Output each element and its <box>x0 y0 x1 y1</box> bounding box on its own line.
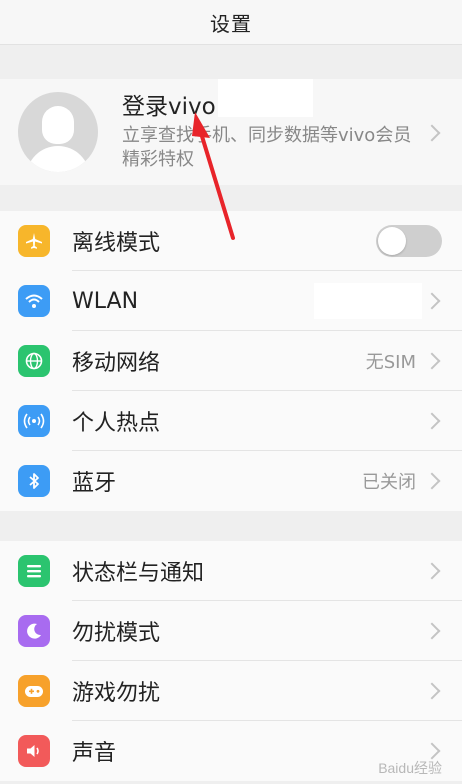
bluetooth-status: 已关闭 <box>362 472 416 493</box>
redaction <box>314 283 422 319</box>
page-title: 设置 <box>210 11 252 36</box>
bluetooth-icon <box>18 465 50 497</box>
header: 设置 <box>0 0 462 45</box>
spacer <box>0 511 462 541</box>
system-group: 状态栏与通知 勿扰模式 游戏勿扰 声音 <box>0 541 462 781</box>
watermark: Baidu经验 <box>378 760 442 776</box>
airplane-icon <box>18 225 50 257</box>
account-subtitle: 立享查找手机、同步数据等vivo会员精彩特权 <box>122 125 412 170</box>
connectivity-group: 离线模式 WLAN 移动网络 无SIM 个人热点 蓝牙 已关闭 <box>0 211 462 511</box>
settings-row-hotspot[interactable]: 个人热点 <box>0 391 462 451</box>
wifi-icon <box>18 285 50 317</box>
speaker-icon <box>18 735 50 767</box>
spacer <box>0 45 462 79</box>
row-label: 游戏勿扰 <box>72 681 161 706</box>
chevron-right-icon <box>423 292 441 310</box>
hotspot-icon <box>18 405 50 437</box>
row-label: 勿扰模式 <box>72 621 161 646</box>
chevron-right-icon <box>423 124 441 142</box>
list-icon <box>18 555 50 587</box>
row-label: 个人热点 <box>72 411 161 436</box>
row-label: 状态栏与通知 <box>72 561 205 586</box>
gamepad-icon <box>18 675 50 707</box>
settings-row-do-not-disturb[interactable]: 勿扰模式 <box>0 601 462 661</box>
settings-row-airplane-mode[interactable]: 离线模式 <box>0 211 462 271</box>
avatar <box>18 92 98 172</box>
chevron-right-icon <box>423 622 441 640</box>
row-label: 离线模式 <box>72 231 161 256</box>
airplane-mode-toggle[interactable] <box>376 225 442 257</box>
settings-row-wlan[interactable]: WLAN <box>0 271 462 331</box>
moon-icon <box>18 615 50 647</box>
settings-row-bluetooth[interactable]: 蓝牙 已关闭 <box>0 451 462 511</box>
redaction <box>218 79 313 117</box>
chevron-right-icon <box>423 412 441 430</box>
chevron-right-icon <box>423 352 441 370</box>
chevron-right-icon <box>423 742 441 760</box>
row-label: 声音 <box>72 741 117 766</box>
globe-icon <box>18 345 50 377</box>
chevron-right-icon <box>423 472 441 490</box>
settings-row-status-bar[interactable]: 状态栏与通知 <box>0 541 462 601</box>
settings-row-game-dnd[interactable]: 游戏勿扰 <box>0 661 462 721</box>
chevron-right-icon <box>423 682 441 700</box>
spacer <box>0 185 462 211</box>
chevron-right-icon <box>423 562 441 580</box>
account-login-row[interactable]: 登录vivo 立享查找手机、同步数据等vivo会员精彩特权 <box>0 79 462 185</box>
sim-status: 无SIM <box>365 352 416 373</box>
settings-row-mobile-network[interactable]: 移动网络 无SIM <box>0 331 462 391</box>
row-label: 移动网络 <box>72 351 161 376</box>
row-label: 蓝牙 <box>72 471 117 496</box>
